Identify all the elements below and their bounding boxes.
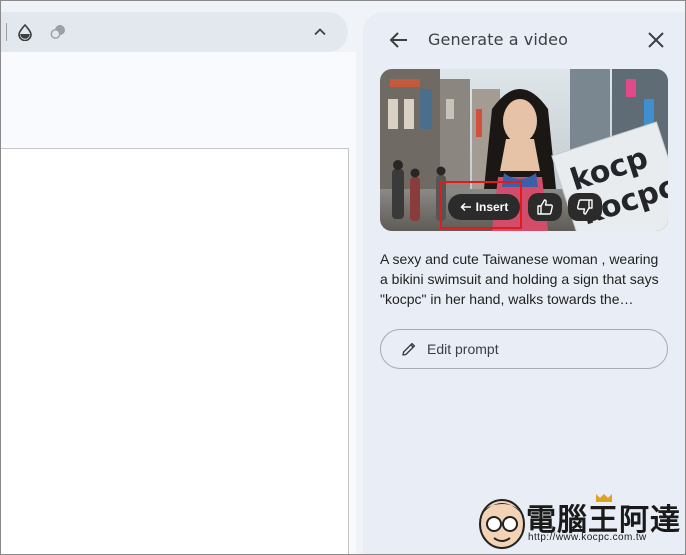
thumbs-down-button[interactable] <box>568 193 602 221</box>
pencil-icon <box>402 342 416 356</box>
edit-prompt-button[interactable]: Edit prompt <box>380 329 668 369</box>
thumbs-down-icon <box>577 199 593 215</box>
insert-highlight-box <box>440 181 522 229</box>
back-arrow-icon[interactable] <box>386 27 412 53</box>
watermark-url: http://www.kocpc.com.tw <box>528 532 647 543</box>
thumbs-up-icon <box>537 199 553 215</box>
toolbar-divider <box>6 23 7 41</box>
video-thumbnail-image: kocp kocpc <box>380 69 668 231</box>
ink-drop-icon[interactable] <box>16 23 34 41</box>
panel-title: Generate a video <box>428 30 569 49</box>
chevron-up-icon[interactable] <box>310 22 330 42</box>
thumbs-up-button[interactable] <box>528 193 562 221</box>
prompt-description: A sexy and cute Taiwanese woman , wearin… <box>380 251 659 307</box>
document-page[interactable] <box>0 148 349 555</box>
editor-toolbar <box>0 12 348 52</box>
edit-prompt-label: Edit prompt <box>427 341 499 357</box>
paint-blobs-icon[interactable] <box>49 23 67 41</box>
video-preview[interactable]: kocp kocpc <box>380 69 668 231</box>
close-icon[interactable] <box>644 28 668 52</box>
